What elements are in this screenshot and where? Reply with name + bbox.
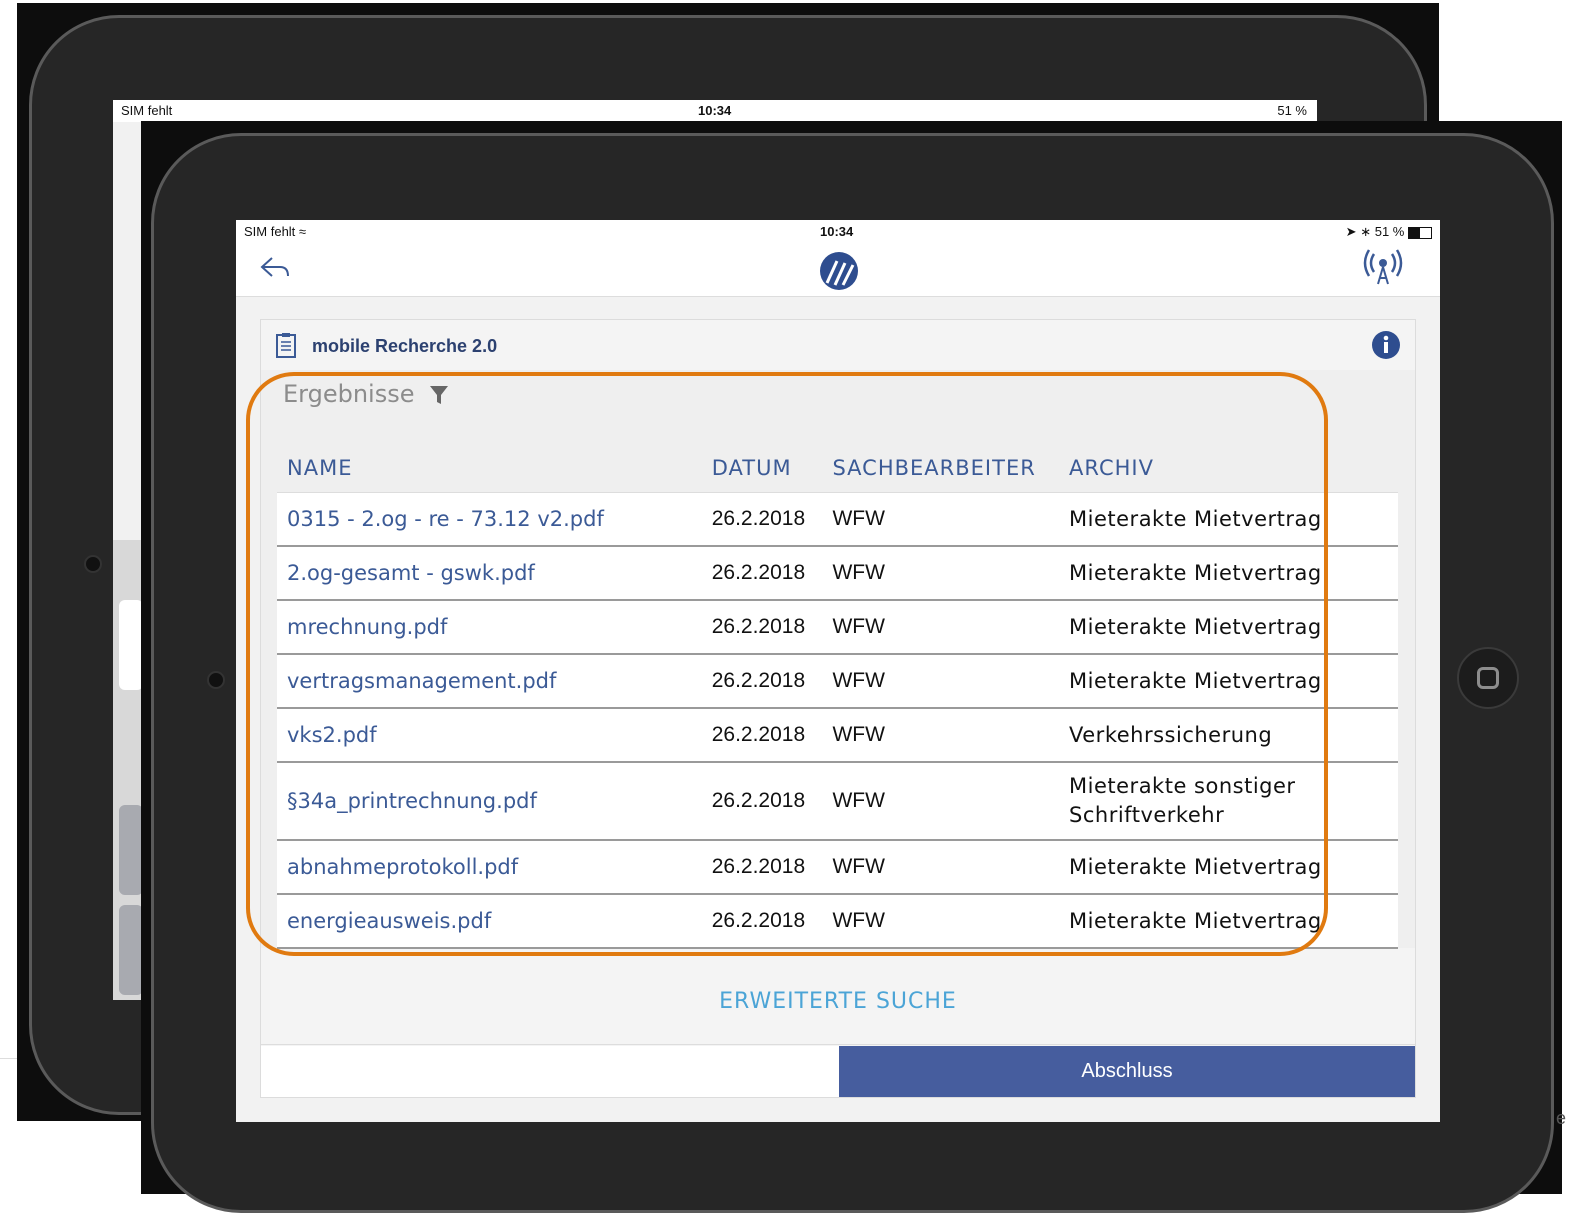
- back-battery: 51 %: [1277, 103, 1307, 118]
- archive-cell: Mieterakte Mietvertrag: [1059, 600, 1398, 655]
- column-header-name[interactable]: NAME: [277, 444, 702, 493]
- filter-icon[interactable]: [429, 384, 449, 406]
- front-ipad-frame: SIM fehlt ≈ 10:34 ➤ ∗ 51 % mobile Recher…: [141, 121, 1562, 1213]
- user-cell: WFW: [822, 840, 1060, 895]
- user-cell: WFW: [822, 762, 1060, 841]
- home-square-icon: [1477, 667, 1499, 689]
- date-cell: 26.2.2018: [701, 894, 823, 949]
- card-header: mobile Recherche 2.0: [261, 320, 1415, 370]
- front-camera: [207, 671, 225, 689]
- table-row[interactable]: 0315 - 2.og - re - 73.12 v2.pdf 26.2.201…: [277, 492, 1398, 547]
- back-button: [119, 805, 143, 895]
- file-name-link[interactable]: abnahmeprotokoll.pdf: [277, 840, 702, 895]
- battery-label: ➤ ∗ 51 %: [1346, 224, 1432, 240]
- table-row[interactable]: 2.og-gesamt - gswk.pdf 26.2.2018 WFW Mie…: [277, 546, 1398, 601]
- back-time: 10:34: [698, 103, 732, 118]
- back-sidebar-strip: [113, 540, 143, 1000]
- archive-cell: Mieterakte Mietvertrag: [1059, 546, 1398, 601]
- file-name-link[interactable]: vertragsmanagement.pdf: [277, 654, 702, 709]
- results-section: Ergebnisse NAME DATUM SACHBEARBEITER ARC…: [261, 370, 1415, 949]
- user-cell: WFW: [822, 708, 1060, 763]
- file-name-link[interactable]: §34a_printrechnung.pdf: [277, 762, 702, 841]
- table-row[interactable]: mrechnung.pdf 26.2.2018 WFW Mieterakte M…: [277, 600, 1398, 655]
- bottom-bar-empty: [261, 1046, 839, 1097]
- table-row[interactable]: abnahmeprotokoll.pdf 26.2.2018 WFW Miete…: [277, 840, 1398, 895]
- date-cell: 26.2.2018: [701, 654, 823, 709]
- carrier-label: SIM fehlt ≈: [244, 224, 307, 239]
- archive-cell: Verkehrssicherung: [1059, 708, 1398, 763]
- date-cell: 26.2.2018: [701, 840, 823, 895]
- back-status-bar: SIM fehlt 10:34 51 %: [113, 100, 1317, 122]
- user-cell: WFW: [822, 894, 1060, 949]
- location-icon: ➤: [1345, 224, 1357, 239]
- back-carrier: SIM fehlt: [121, 103, 173, 118]
- user-cell: WFW: [822, 546, 1060, 601]
- archive-cell: Mieterakte Mietvertrag: [1059, 492, 1398, 547]
- date-cell: 26.2.2018: [701, 546, 823, 601]
- date-cell: 26.2.2018: [701, 708, 823, 763]
- results-table: NAME DATUM SACHBEARBEITER ARCHIV 0315 - …: [277, 444, 1398, 949]
- background-line: [0, 1058, 17, 1059]
- card-title: mobile Recherche 2.0: [312, 336, 498, 356]
- info-icon[interactable]: [1371, 330, 1401, 360]
- column-header-date[interactable]: DATUM: [701, 444, 823, 493]
- clipboard-icon: [276, 333, 296, 358]
- file-name-link[interactable]: 2.og-gesamt - gswk.pdf: [277, 546, 702, 601]
- file-name-link[interactable]: mrechnung.pdf: [277, 600, 702, 655]
- file-name-link[interactable]: energieausweis.pdf: [277, 894, 702, 949]
- results-title: Ergebnisse: [283, 380, 415, 408]
- back-camera: [84, 555, 102, 573]
- logo-icon: [820, 252, 858, 290]
- archive-cell: Mieterakte Mietvertrag: [1059, 894, 1398, 949]
- archive-cell: Mieterakte Mietvertrag: [1059, 840, 1398, 895]
- column-header-archive[interactable]: ARCHIV: [1059, 444, 1398, 493]
- user-cell: WFW: [822, 600, 1060, 655]
- file-name-link[interactable]: vks2.pdf: [277, 708, 702, 763]
- back-arrow-icon[interactable]: [258, 254, 292, 282]
- file-name-link[interactable]: 0315 - 2.og - re - 73.12 v2.pdf: [277, 492, 702, 547]
- column-header-user[interactable]: SACHBEARBEITER: [822, 444, 1060, 493]
- signal-broadcast-icon[interactable]: [1362, 246, 1404, 286]
- extended-search-button[interactable]: ERWEITERTE SUCHE: [261, 960, 1415, 1045]
- navigation-bar: [236, 244, 1440, 297]
- table-row[interactable]: vertragsmanagement.pdf 26.2.2018 WFW Mie…: [277, 654, 1398, 709]
- date-cell: 26.2.2018: [701, 600, 823, 655]
- home-button[interactable]: [1457, 647, 1519, 709]
- date-cell: 26.2.2018: [701, 492, 823, 547]
- bluetooth-icon: ∗: [1360, 224, 1372, 239]
- battery-icon: [1408, 226, 1432, 239]
- app-screen: SIM fehlt ≈ 10:34 ➤ ∗ 51 % mobile Recher…: [236, 220, 1440, 1122]
- user-cell: WFW: [822, 492, 1060, 547]
- archive-cell: Mieterakte sonstiger Schriftverkehr: [1059, 762, 1398, 841]
- status-time: 10:34: [820, 224, 854, 239]
- date-cell: 26.2.2018: [701, 762, 823, 841]
- back-button: [119, 905, 143, 995]
- wifi-icon: ≈: [298, 224, 307, 239]
- table-row[interactable]: energieausweis.pdf 26.2.2018 WFW Mietera…: [277, 894, 1398, 949]
- edge-fragment: e: [1556, 1108, 1567, 1128]
- finish-button[interactable]: Abschluss: [839, 1046, 1415, 1097]
- status-bar: SIM fehlt ≈ 10:34 ➤ ∗ 51 %: [236, 220, 1440, 244]
- table-header-row: NAME DATUM SACHBEARBEITER ARCHIV: [277, 444, 1398, 493]
- archive-cell: Mieterakte Mietvertrag: [1059, 654, 1398, 709]
- search-card: mobile Recherche 2.0 Ergebnisse NAME DAT…: [260, 319, 1416, 1098]
- user-cell: WFW: [822, 654, 1060, 709]
- table-row[interactable]: §34a_printrechnung.pdf 26.2.2018 WFW Mie…: [277, 762, 1398, 841]
- back-card: [119, 600, 143, 690]
- table-row[interactable]: vks2.pdf 26.2.2018 WFW Verkehrssicherung: [277, 708, 1398, 763]
